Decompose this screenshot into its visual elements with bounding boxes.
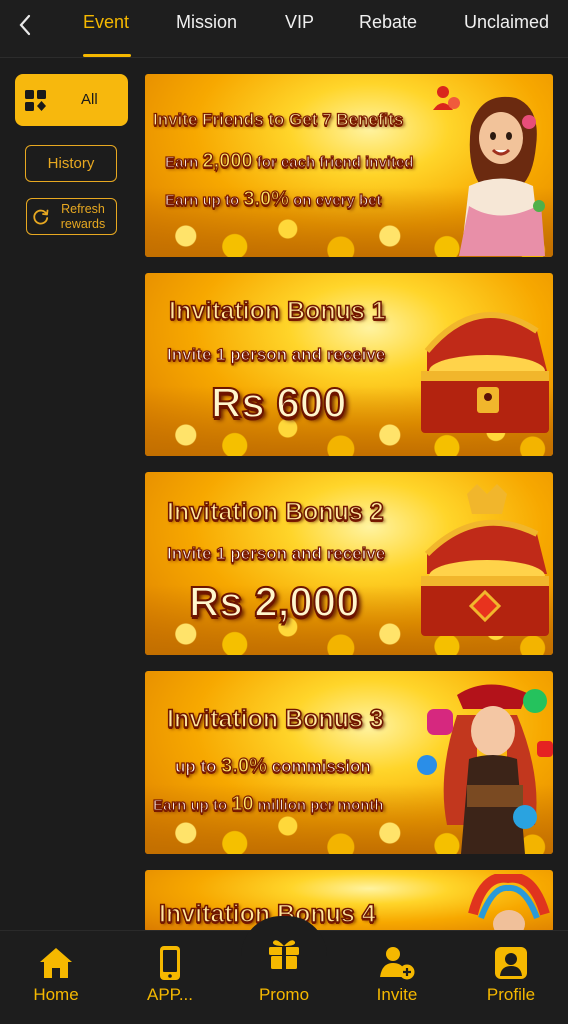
banner-subtitle: Invite 1 person and receive bbox=[166, 543, 386, 563]
nav-promo-label: Promo bbox=[258, 985, 310, 1004]
nav-invite[interactable]: Invite bbox=[347, 945, 447, 1015]
promo-banner-invitation-bonus-3[interactable]: Invitation Bonus 3 up to 3.0% commission… bbox=[145, 671, 553, 854]
banner-line-text: million per month bbox=[257, 796, 384, 814]
banner-highlight-value: 10 bbox=[231, 792, 254, 815]
add-user-icon bbox=[380, 947, 415, 980]
treasure-chest-illustration bbox=[421, 312, 549, 433]
nav-promo[interactable]: Promo bbox=[234, 940, 334, 1015]
tab-event[interactable]: Event bbox=[83, 12, 129, 36]
banner-line: Earn up to 3.0% on every bet bbox=[164, 187, 383, 211]
promo-banner-invite-friends[interactable]: Invite Friends to Get 7 Benefits Earn 2,… bbox=[145, 74, 553, 257]
nav-profile[interactable]: Profile bbox=[461, 945, 561, 1015]
all-category-label: All bbox=[81, 91, 98, 108]
banner-highlight-value: 3.0% bbox=[243, 187, 290, 210]
banner-line-text: Earn up to bbox=[152, 796, 228, 814]
history-button[interactable]: History bbox=[25, 145, 117, 182]
banner-line-text: for each friend invited bbox=[256, 153, 414, 171]
tab-mission[interactable]: Mission bbox=[176, 12, 237, 36]
promo-banner-invitation-bonus-1[interactable]: Invitation Bonus 1 Invite 1 person and r… bbox=[145, 273, 553, 456]
promo-banner-invitation-bonus-2[interactable]: Invitation Bonus 2 Invite 1 person and r… bbox=[145, 472, 553, 655]
gift-icon bbox=[269, 940, 299, 969]
banner-line: Earn up to 10 million per month bbox=[152, 792, 384, 816]
banner-line: Earn 2,000 for each friend invited bbox=[164, 149, 414, 173]
smartphone-icon bbox=[160, 946, 180, 980]
home-icon bbox=[40, 948, 72, 978]
tab-rebate[interactable]: Rebate bbox=[359, 12, 417, 36]
banner-title: Invite Friends to Get 7 Benefits bbox=[152, 109, 404, 129]
banner-line-text: on every bet bbox=[293, 191, 383, 209]
feathered-character-illustration bbox=[468, 874, 550, 932]
all-category-button[interactable]: All bbox=[15, 74, 128, 126]
nav-home-label: Home bbox=[33, 985, 79, 1004]
treasure-chest-illustration bbox=[421, 484, 549, 636]
nav-app[interactable]: APP... bbox=[120, 945, 220, 1015]
banner-title: Invitation Bonus 3 bbox=[166, 704, 384, 734]
tab-vip[interactable]: VIP bbox=[285, 12, 314, 36]
pirate-girl-illustration bbox=[417, 684, 553, 854]
profile-icon bbox=[495, 947, 527, 979]
banner-highlight-value: 2,000 bbox=[202, 149, 253, 172]
user-badge-icon bbox=[433, 86, 460, 110]
active-tab-indicator bbox=[83, 54, 131, 57]
banner-line-text: Earn up to bbox=[164, 191, 240, 209]
banner-highlight-value: 3.0% bbox=[221, 754, 268, 777]
banner-line: up to 3.0% commission bbox=[174, 754, 371, 778]
banner-amount: Rs 600 bbox=[210, 378, 347, 427]
refresh-icon bbox=[33, 209, 49, 225]
nav-app-label: APP... bbox=[147, 985, 193, 1004]
banner-line-text: up to bbox=[174, 756, 217, 776]
banner-subtitle: Invite 1 person and receive bbox=[166, 344, 386, 364]
refresh-rewards-label: Refresh rewards bbox=[60, 202, 106, 231]
chevron-left-icon bbox=[19, 14, 31, 36]
refresh-rewards-button[interactable]: Refresh rewards bbox=[26, 198, 117, 235]
category-grid-icon bbox=[25, 90, 46, 111]
banner-line-text: Earn bbox=[164, 153, 199, 171]
banner-title: Invitation Bonus 2 bbox=[166, 497, 384, 527]
back-button[interactable] bbox=[10, 10, 40, 40]
banner-line-text: commission bbox=[271, 756, 371, 776]
category-sidebar: All History Refresh rewards bbox=[0, 59, 140, 939]
app-root: Event Mission VIP Rebate Unclaimed All H… bbox=[0, 0, 568, 1024]
nav-home[interactable]: Home bbox=[6, 945, 106, 1015]
banner-title: Invitation Bonus 1 bbox=[168, 296, 386, 326]
promo-banner-invitation-bonus-4[interactable]: Invitation Bonus 4 bbox=[145, 870, 553, 932]
nav-invite-label: Invite bbox=[376, 985, 418, 1004]
top-navigation: Event Mission VIP Rebate Unclaimed bbox=[0, 0, 568, 58]
banner-amount: Rs 2,000 bbox=[188, 577, 360, 626]
tab-unclaimed[interactable]: Unclaimed bbox=[464, 12, 549, 36]
nav-profile-label: Profile bbox=[486, 985, 536, 1004]
